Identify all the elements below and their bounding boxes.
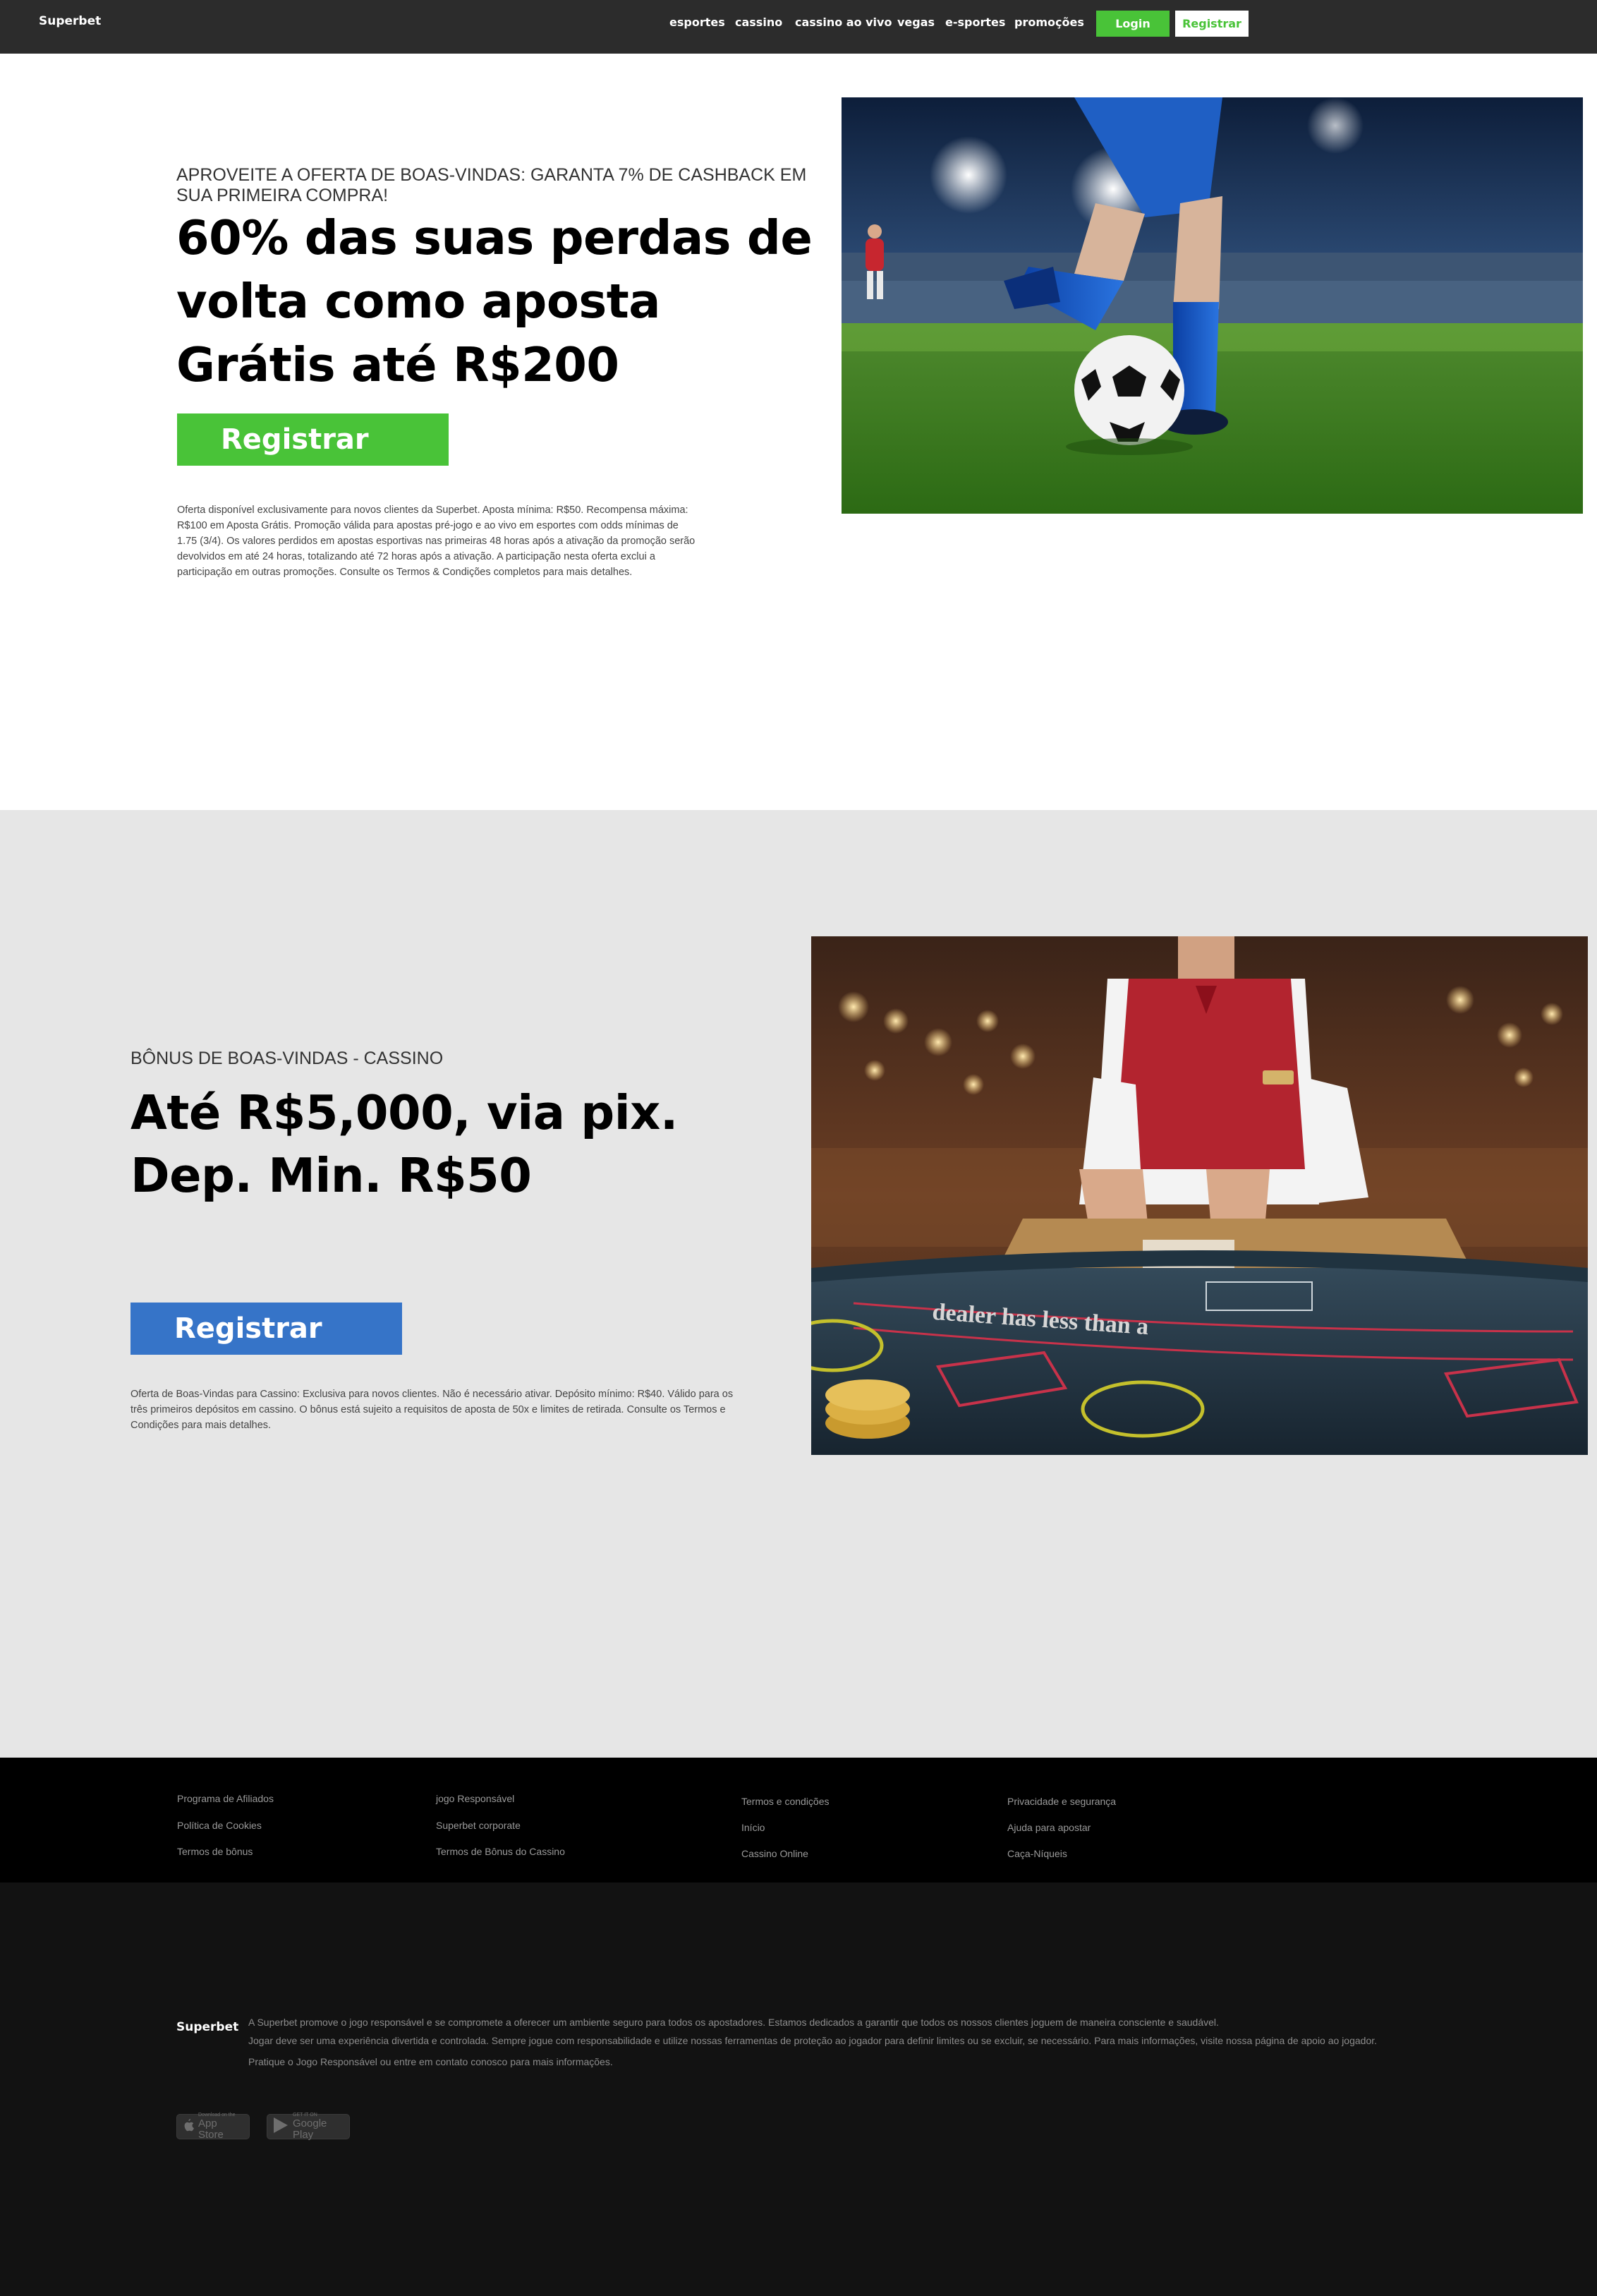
nav-link-esportes[interactable]: esportes [669,16,725,29]
footer-link-privacidade[interactable]: Privacidade e segurança [1007,1796,1116,1807]
nav-link-e-sportes[interactable]: e-sportes [945,16,1005,29]
terms-line: três primeiros depósitos em cassino. O b… [130,1404,726,1415]
terms-line: Condições para mais detalhes. [130,1420,272,1431]
terms-line: Oferta de Boas-Vindas para Cassino: Excl… [130,1389,734,1400]
footer-link-termos-bonus-cassino[interactable]: Termos de Bônus do Cassino [436,1846,565,1857]
responsible-gaming-text: A Superbet promove o jogo responsável e … [248,2017,1219,2028]
app-store-label: App Store [198,2117,224,2141]
casino-register-button[interactable]: Registrar [130,1303,402,1355]
brand-logo[interactable]: Superbet [39,14,101,28]
footer-link-ajuda[interactable]: Ajuda para apostar [1007,1822,1091,1833]
footer-link-inicio[interactable]: Início [741,1822,765,1833]
top-navbar: Superbet esportes cassino cassino ao viv… [0,0,1597,54]
terms-line: 1.75 (3/4). Os valores perdidos em apost… [177,536,696,547]
footer-brand-logo[interactable]: Superbet [176,2020,238,2034]
casino-headline-line: Até R$5,000, via pix. [130,1085,678,1140]
sports-offer-kicker: APROVEITE A OFERTA DE BOAS-VINDAS: GARAN… [176,165,807,205]
casino-offer-kicker: BÔNUS DE BOAS-VINDAS - CASSINO [130,1049,444,1068]
terms-line: devolvidos em até 24 horas, totalizando … [177,551,655,562]
football-hero-image [842,97,1583,514]
google-play-icon [273,2117,289,2137]
casino-headline-line: Dep. Min. R$50 [130,1148,532,1203]
responsible-gaming-text: Jogar deve ser uma experiência divertida… [248,2035,1378,2046]
terms-line: R$100 em Aposta Grátis. Promoção válida … [177,520,679,531]
casino-terms-text: Oferta de Boas-Vindas para Cassino: Excl… [130,1386,765,1433]
footer-link-termos-bonus[interactable]: Termos de bônus [177,1846,253,1857]
sports-offer-headline: 60% das suas perdas de volta como aposta… [176,206,813,397]
terms-line: Oferta disponível exclusivamente para no… [177,504,688,516]
footer-link-termos-condicoes[interactable]: Termos e condições [741,1796,830,1807]
register-button-header[interactable]: Registrar [1175,11,1249,37]
footer-link-jogo-responsavel[interactable]: jogo Responsável [436,1793,514,1804]
nav-link-vegas[interactable]: vegas [897,16,935,29]
sports-headline-line: 60% das suas perdas de [176,210,813,265]
sports-headline-line: Grátis até R$200 [176,337,619,392]
sports-headline-line: volta como aposta [176,274,660,329]
casino-dealer-image: dealer has less than a [811,936,1588,1455]
apple-icon [183,2118,194,2135]
footer-bottom: Superbet A Superbet promove o jogo respo… [0,1883,1597,2296]
terms-line: participação em outras promoções. Consul… [177,567,633,578]
sports-terms-text: Oferta disponível exclusivamente para no… [177,502,727,580]
google-play-badge[interactable]: GET IT ON Google Play [267,2113,350,2141]
footer-link-cassino-online[interactable]: Cassino Online [741,1848,808,1859]
footer-link-afiliados[interactable]: Programa de Afiliados [177,1793,274,1804]
app-store-badge[interactable]: Download on the App Store [176,2113,250,2141]
sports-welcome-offer: APROVEITE A OFERTA DE BOAS-VINDAS: GARAN… [0,54,1597,810]
casino-offer-headline: Até R$5,000, via pix. Dep. Min. R$50 [130,1082,678,1207]
footer-link-caca-niqueis[interactable]: Caça-Níqueis [1007,1848,1067,1859]
footer-link-corporate[interactable]: Superbet corporate [436,1820,521,1831]
responsible-gaming-text: Pratique o Jogo Responsável ou entre em … [248,2056,613,2067]
footer-links: Programa de Afiliados Política de Cookie… [0,1758,1597,1883]
nav-link-cassino-ao-vivo[interactable]: cassino ao vivo [795,16,892,29]
footer-link-cookies[interactable]: Política de Cookies [177,1820,262,1831]
nav-link-promocoes[interactable]: promoções [1014,16,1084,29]
casino-welcome-offer: BÔNUS DE BOAS-VINDAS - CASSINO Até R$5,0… [0,810,1597,1758]
nav-link-cassino[interactable]: cassino [735,16,782,29]
google-play-label: Google Play [293,2117,327,2141]
sports-register-button[interactable]: Registrar [177,413,449,466]
login-button[interactable]: Login [1096,11,1170,37]
